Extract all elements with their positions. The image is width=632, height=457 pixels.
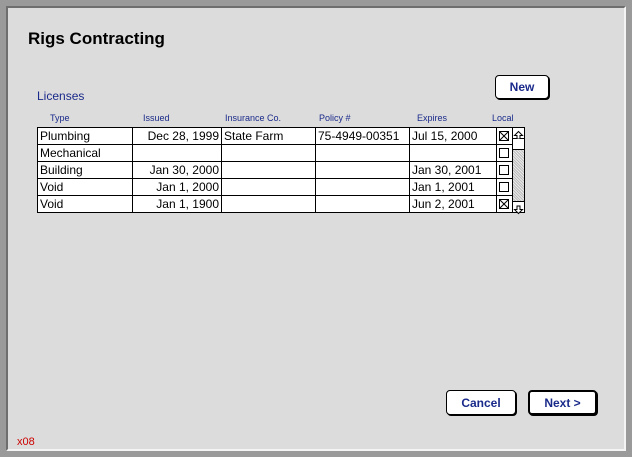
local-checkbox[interactable] — [499, 148, 509, 158]
local-checkbox[interactable] — [499, 182, 509, 192]
table-row[interactable]: Void Jan 1, 2000 Jan 1, 2001 — [38, 179, 512, 196]
cell-type[interactable]: Building — [38, 162, 133, 178]
local-checkbox[interactable] — [499, 131, 509, 141]
window-frame: Rigs Contracting Licenses New Type Issue… — [0, 0, 632, 457]
cell-expires[interactable] — [410, 145, 497, 161]
column-header-expires: Expires — [417, 113, 448, 123]
cell-issued[interactable]: Jan 1, 1900 — [133, 196, 222, 212]
column-header-type: Type — [50, 113, 70, 123]
checkmark-x-icon — [500, 132, 508, 140]
cell-local — [497, 145, 512, 161]
column-header-issued: Issued — [143, 113, 170, 123]
scroll-thumb[interactable] — [513, 139, 524, 150]
cell-policy[interactable]: 75-4949-00351 — [316, 128, 410, 144]
cell-expires[interactable]: Jan 1, 2001 — [410, 179, 497, 195]
table-row[interactable]: Building Jan 30, 2000 Jan 30, 2001 — [38, 162, 512, 179]
cell-policy[interactable] — [316, 179, 410, 195]
cell-issued[interactable] — [133, 145, 222, 161]
dialog-panel: Rigs Contracting Licenses New Type Issue… — [6, 6, 626, 451]
cell-expires[interactable]: Jul 15, 2000 — [410, 128, 497, 144]
table-row[interactable]: Void Jan 1, 1900 Jun 2, 2001 — [38, 196, 512, 213]
table-scrollbar[interactable] — [513, 127, 525, 215]
cell-type[interactable]: Void — [38, 196, 133, 212]
cell-expires[interactable]: Jun 2, 2001 — [410, 196, 497, 212]
local-checkbox[interactable] — [499, 199, 509, 209]
cell-local — [497, 128, 512, 144]
cell-issued[interactable]: Dec 28, 1999 — [133, 128, 222, 144]
cell-type[interactable]: Void — [38, 179, 133, 195]
local-checkbox[interactable] — [499, 165, 509, 175]
cell-insurance[interactable]: State Farm — [222, 128, 316, 144]
checkmark-x-icon — [500, 200, 508, 208]
cell-insurance[interactable] — [222, 179, 316, 195]
cell-issued[interactable]: Jan 1, 2000 — [133, 179, 222, 195]
cell-local — [497, 179, 512, 195]
column-header-local: Local — [492, 113, 514, 123]
licenses-column-headers: Type Issued Insurance Co. Policy # Expir… — [8, 113, 628, 125]
cell-insurance[interactable] — [222, 162, 316, 178]
cell-type[interactable]: Mechanical — [38, 145, 133, 161]
page-title: Rigs Contracting — [28, 29, 165, 48]
cell-insurance[interactable] — [222, 196, 316, 212]
cell-local — [497, 162, 512, 178]
cell-policy[interactable] — [316, 162, 410, 178]
cell-issued[interactable]: Jan 30, 2000 — [133, 162, 222, 178]
scroll-up-arrow-icon[interactable] — [513, 128, 524, 140]
screen-code: x08 — [17, 436, 35, 448]
column-header-insurance: Insurance Co. — [225, 113, 282, 123]
cell-insurance[interactable] — [222, 145, 316, 161]
cell-policy[interactable] — [316, 196, 410, 212]
licenses-section-label: Licenses — [37, 89, 85, 103]
licenses-table: Plumbing Dec 28, 1999 State Farm 75-4949… — [37, 127, 513, 213]
scroll-down-arrow-icon[interactable] — [513, 201, 524, 215]
next-button[interactable]: Next > — [528, 390, 597, 415]
column-header-policy: Policy # — [319, 113, 351, 123]
cell-local — [497, 196, 512, 212]
table-row[interactable]: Mechanical — [38, 145, 512, 162]
cell-policy[interactable] — [316, 145, 410, 161]
table-row[interactable]: Plumbing Dec 28, 1999 State Farm 75-4949… — [38, 128, 512, 145]
new-license-button[interactable]: New — [495, 75, 549, 99]
cell-expires[interactable]: Jan 30, 2001 — [410, 162, 497, 178]
scroll-track[interactable] — [513, 150, 524, 202]
cancel-button[interactable]: Cancel — [446, 390, 516, 415]
cell-type[interactable]: Plumbing — [38, 128, 133, 144]
